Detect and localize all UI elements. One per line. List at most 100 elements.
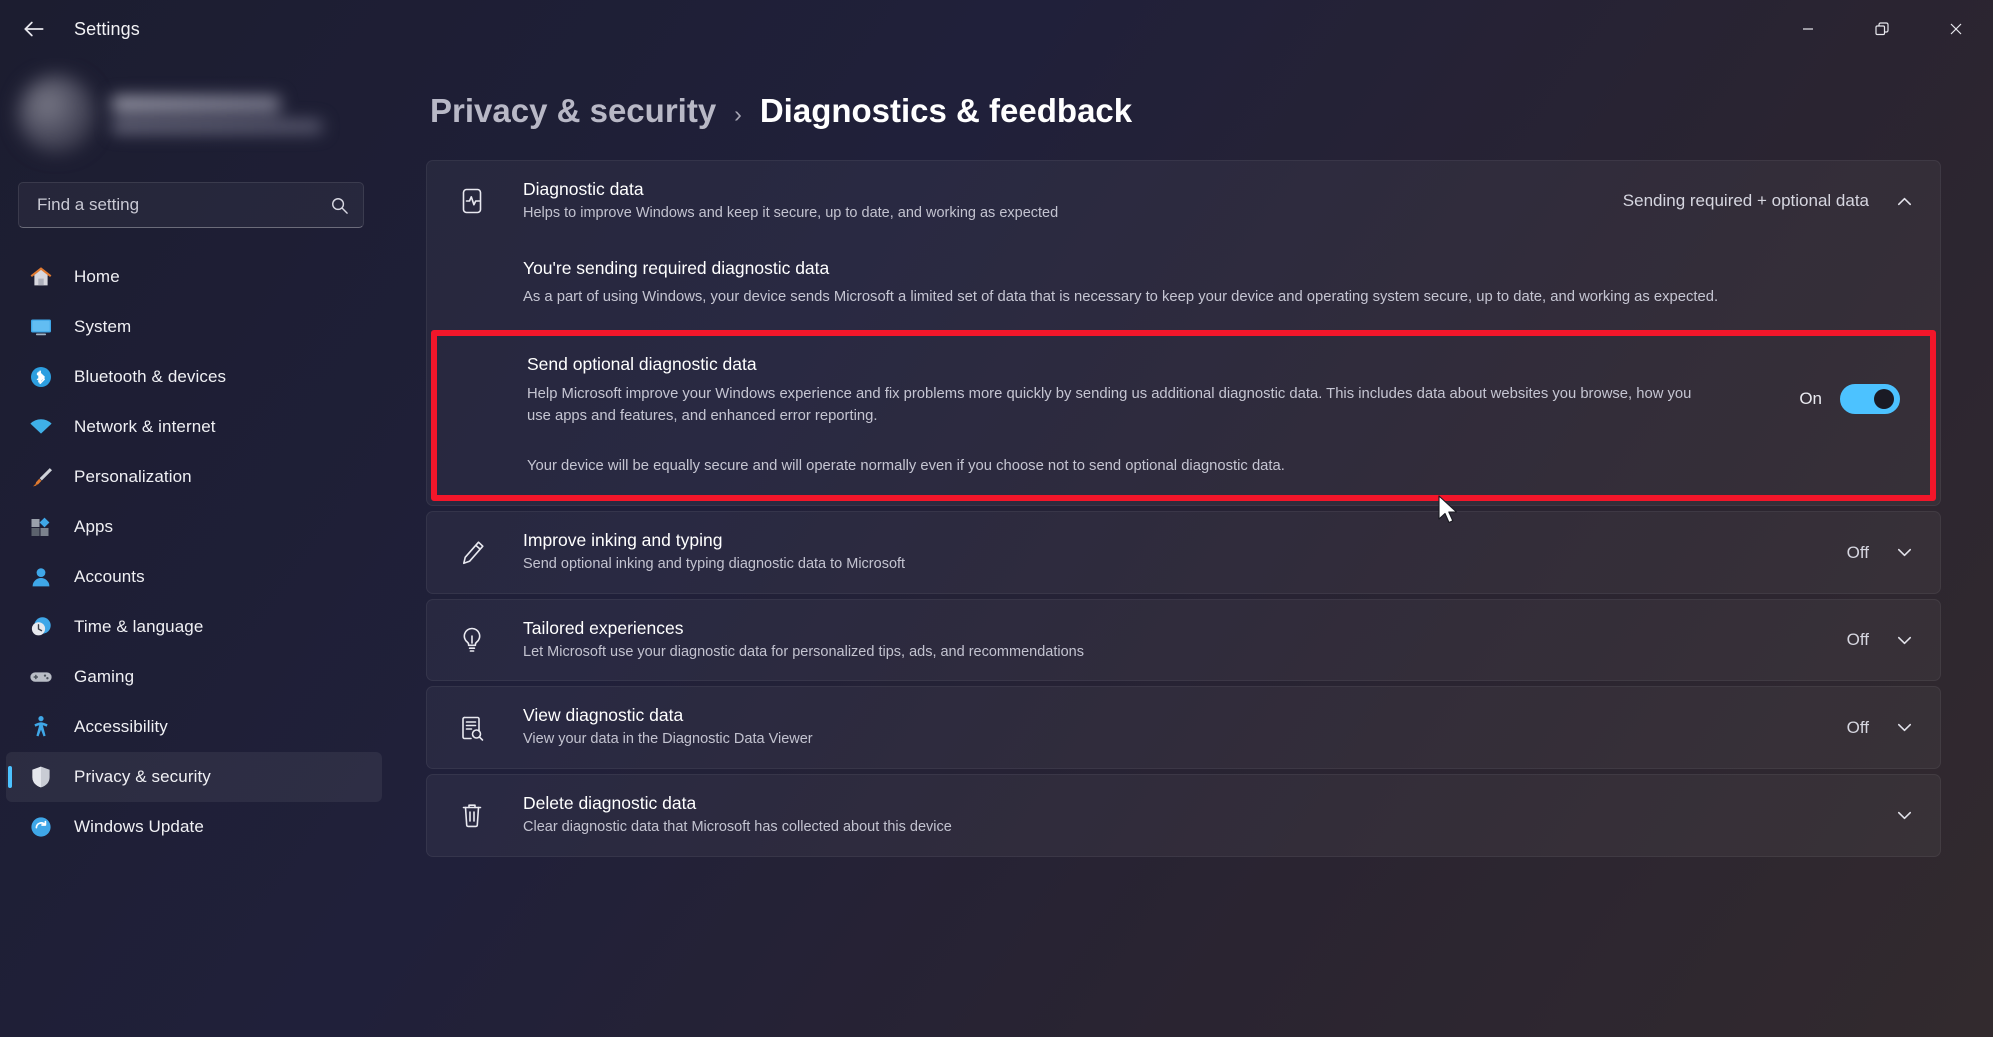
sidebar-item-home[interactable]: Home	[6, 252, 382, 302]
user-profile[interactable]	[0, 58, 392, 170]
sidebar-item-label: Accounts	[74, 567, 145, 586]
row-description: Send optional inking and typing diagnost…	[523, 556, 906, 573]
profile-email-redacted	[112, 119, 322, 133]
improve-inking-row[interactable]: Improve inking and typing Send optional …	[427, 512, 1940, 593]
sidebar-item-label: Privacy & security	[74, 767, 211, 786]
profile-text	[112, 95, 322, 133]
row-description: Let Microsoft use your diagnostic data f…	[523, 643, 1084, 660]
avatar	[18, 75, 96, 153]
back-arrow-icon	[24, 21, 44, 37]
row-right: Off	[1847, 543, 1914, 563]
required-data-title: You're sending required diagnostic data	[523, 257, 830, 278]
sidebar-item-accounts[interactable]: Accounts	[6, 552, 382, 602]
sidebar-item-label: Home	[74, 267, 120, 286]
improve-inking-card: Improve inking and typing Send optional …	[426, 511, 1941, 594]
pen-icon	[463, 540, 484, 564]
row-title: Delete diagnostic data	[523, 793, 697, 813]
status-badge: Sending required + optional data	[1622, 191, 1869, 211]
gamepad-icon	[30, 672, 52, 682]
sidebar-item-network-internet[interactable]: Network & internet	[6, 402, 382, 452]
update-icon	[31, 817, 51, 837]
row-right	[1869, 806, 1914, 825]
chevron-up-icon[interactable]	[1895, 192, 1914, 211]
status-badge: Off	[1846, 630, 1869, 650]
optional-data-toggle-group: On	[1799, 383, 1900, 414]
row-title: Tailored experiences	[523, 617, 684, 638]
optional-data-toggle[interactable]	[1840, 383, 1900, 414]
row-text: Diagnostic data Helps to improve Windows…	[523, 179, 1601, 224]
sidebar-item-label: Time & language	[74, 617, 204, 636]
row-title: Improve inking and typing	[523, 530, 723, 551]
required-data-section: You're sending required diagnostic data …	[427, 242, 1940, 330]
sidebar-item-bluetooth-devices[interactable]: Bluetooth & devices	[6, 352, 382, 402]
sidebar-item-label: Network & internet	[74, 417, 216, 436]
sidebar-item-apps[interactable]: Apps	[6, 502, 382, 552]
view-diagnostic-data-row[interactable]: View diagnostic data View your data in t…	[427, 687, 1940, 768]
status-badge: Off	[1846, 717, 1869, 737]
tailored-experiences-row[interactable]: Tailored experiences Let Microsoft use y…	[427, 600, 1940, 681]
required-data-description: As a part of using Windows, your device …	[523, 288, 1719, 305]
title-bar: Settings	[0, 0, 1993, 58]
window-controls	[1771, 0, 1993, 58]
lightbulb-icon	[463, 627, 481, 652]
optional-data-description: Help Microsoft improve your Windows expe…	[527, 385, 1692, 424]
wifi-icon	[30, 419, 52, 434]
toggle-knob	[1874, 388, 1894, 409]
row-description: View your data in the Diagnostic Data Vi…	[523, 731, 813, 748]
sidebar-item-label: System	[74, 317, 132, 336]
sidebar-item-privacy-security[interactable]: Privacy & security	[6, 752, 382, 802]
search-input[interactable]	[37, 195, 330, 215]
optional-data-note: Your device will be equally secure and w…	[527, 458, 1285, 475]
sidebar-item-personalization[interactable]: Personalization	[6, 452, 382, 502]
chevron-down-icon[interactable]	[1895, 631, 1914, 650]
clock-globe-icon	[31, 617, 51, 636]
search-box[interactable]	[18, 182, 364, 228]
chevron-down-icon[interactable]	[1895, 718, 1914, 737]
trash-icon	[462, 804, 482, 828]
home-icon	[30, 267, 52, 286]
row-right: Off	[1847, 718, 1914, 738]
row-text: Tailored experiences Let Microsoft use y…	[523, 618, 1825, 663]
back-button[interactable]	[8, 7, 60, 51]
page-title: Diagnostics & feedback	[759, 92, 1133, 129]
document-search-icon	[462, 716, 484, 741]
delete-diagnostic-data-card: Delete diagnostic data Clear diagnostic …	[426, 774, 1941, 857]
sidebar-item-label: Personalization	[74, 467, 192, 486]
row-description: Clear diagnostic data that Microsoft has…	[523, 819, 952, 835]
optional-text: Send optional diagnostic data Help Micro…	[527, 354, 1775, 478]
sidebar-item-time-language[interactable]: Time & language	[6, 602, 382, 652]
breadcrumb-separator: ›	[734, 101, 742, 127]
search-icon	[332, 197, 348, 214]
restore-button[interactable]	[1845, 0, 1919, 58]
account-icon	[32, 568, 50, 587]
apps-icon	[31, 517, 50, 536]
optional-data-title: Send optional diagnostic data	[527, 353, 757, 374]
close-button[interactable]	[1919, 0, 1993, 58]
search-container	[0, 170, 392, 228]
sidebar-item-system[interactable]: System	[6, 302, 382, 352]
app-title: Settings	[74, 18, 140, 39]
optional-data-row: Send optional diagnostic data Help Micro…	[431, 330, 1936, 502]
row-title: Diagnostic data	[523, 179, 644, 199]
pulse-icon	[462, 188, 482, 214]
minimize-button[interactable]	[1771, 0, 1845, 58]
diagnostic-data-card: Diagnostic data Helps to improve Windows…	[426, 160, 1941, 507]
sidebar-item-windows-update[interactable]: Windows Update	[6, 802, 382, 852]
sidebar-item-gaming[interactable]: Gaming	[6, 652, 382, 702]
profile-name-redacted	[112, 95, 280, 112]
settings-window: Settings Find a setting Home System Blue…	[0, 0, 1993, 1037]
accessibility-icon	[34, 716, 48, 737]
chevron-down-icon[interactable]	[1895, 806, 1914, 825]
delete-diagnostic-data-row[interactable]: Delete diagnostic data Clear diagnostic …	[427, 775, 1940, 856]
row-text: Improve inking and typing Send optional …	[523, 530, 1825, 575]
settings-card-list: Diagnostic data Helps to improve Windows…	[426, 160, 1941, 857]
sidebar-item-label: Apps	[74, 517, 114, 536]
chevron-down-icon[interactable]	[1895, 543, 1914, 562]
main-content: Privacy & security › Diagnostics & feedb…	[392, 58, 1993, 1037]
sidebar-item-label: Bluetooth & devices	[74, 367, 227, 386]
diagnostic-data-header-row[interactable]: Diagnostic data Helps to improve Windows…	[427, 161, 1940, 242]
optional-data-section: Send optional diagnostic data Help Micro…	[431, 329, 1936, 502]
sidebar-item-accessibility[interactable]: Accessibility	[6, 702, 382, 752]
breadcrumb-parent[interactable]: Privacy & security	[430, 92, 716, 130]
paintbrush-icon	[33, 468, 52, 487]
